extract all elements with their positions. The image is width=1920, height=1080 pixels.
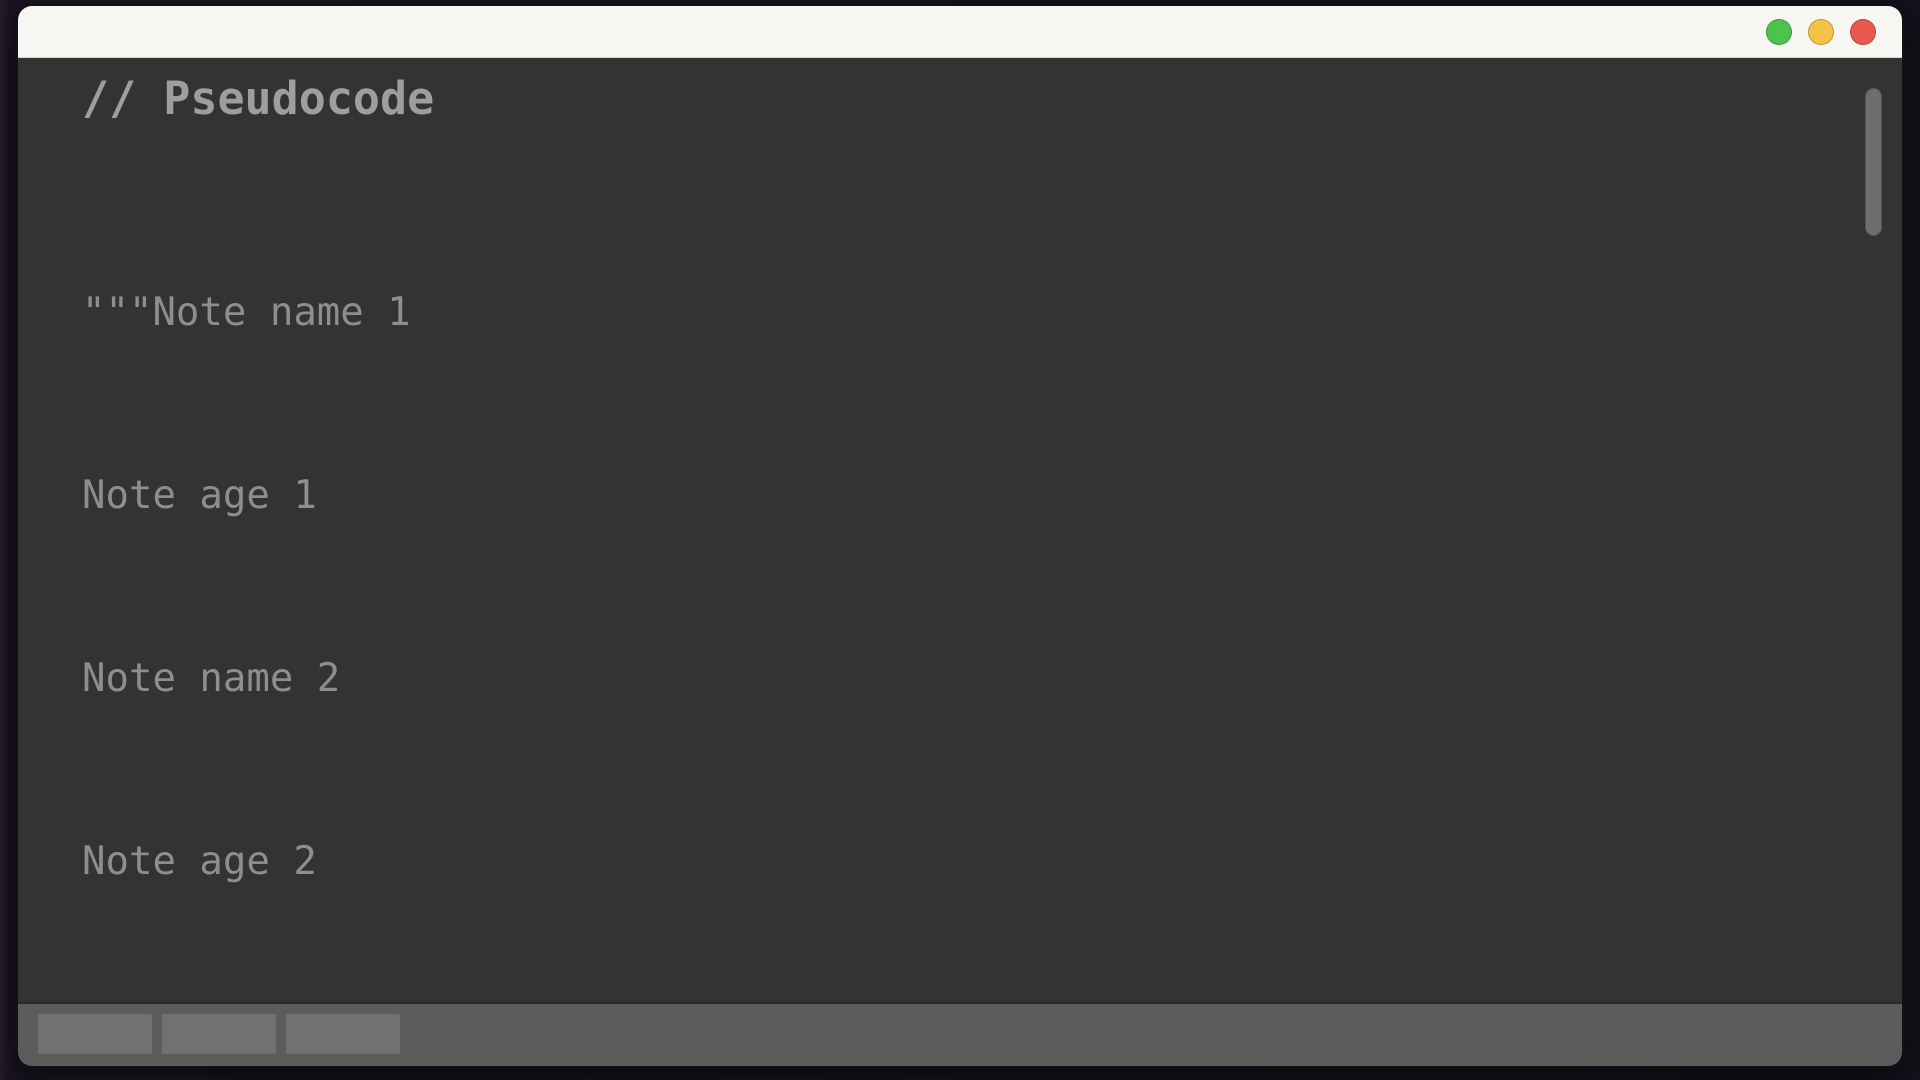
status-bar [18, 1002, 1902, 1066]
code-content[interactable]: """Note name 1 Note age 1 Note name 2 No… [82, 160, 1822, 1002]
code-line: Note age 1 [82, 473, 317, 518]
code-line: """Note name 1 [82, 290, 411, 335]
desktop-background: // Pseudocode """Note name 1 Note age 1 … [0, 0, 1920, 1080]
status-block-button[interactable] [162, 1014, 276, 1054]
status-bar-buttons [38, 1014, 400, 1054]
status-block-button[interactable] [286, 1014, 400, 1054]
application-window: // Pseudocode """Note name 1 Note age 1 … [18, 6, 1902, 1066]
circle-green-icon[interactable] [1766, 19, 1792, 45]
scrollbar-thumb[interactable] [1865, 88, 1882, 236]
code-line: Note name 2 [82, 656, 341, 701]
window-titlebar[interactable] [18, 6, 1902, 58]
status-block-button[interactable] [38, 1014, 152, 1054]
circle-red-icon[interactable] [1850, 19, 1876, 45]
circle-amber-icon[interactable] [1808, 19, 1834, 45]
vertical-scrollbar[interactable] [1860, 58, 1886, 1002]
window-controls [1766, 6, 1876, 58]
code-heading-comment: // Pseudocode [82, 72, 435, 125]
code-editor-area[interactable]: // Pseudocode """Note name 1 Note age 1 … [18, 58, 1902, 1002]
code-line: Note age 2 [82, 839, 317, 884]
